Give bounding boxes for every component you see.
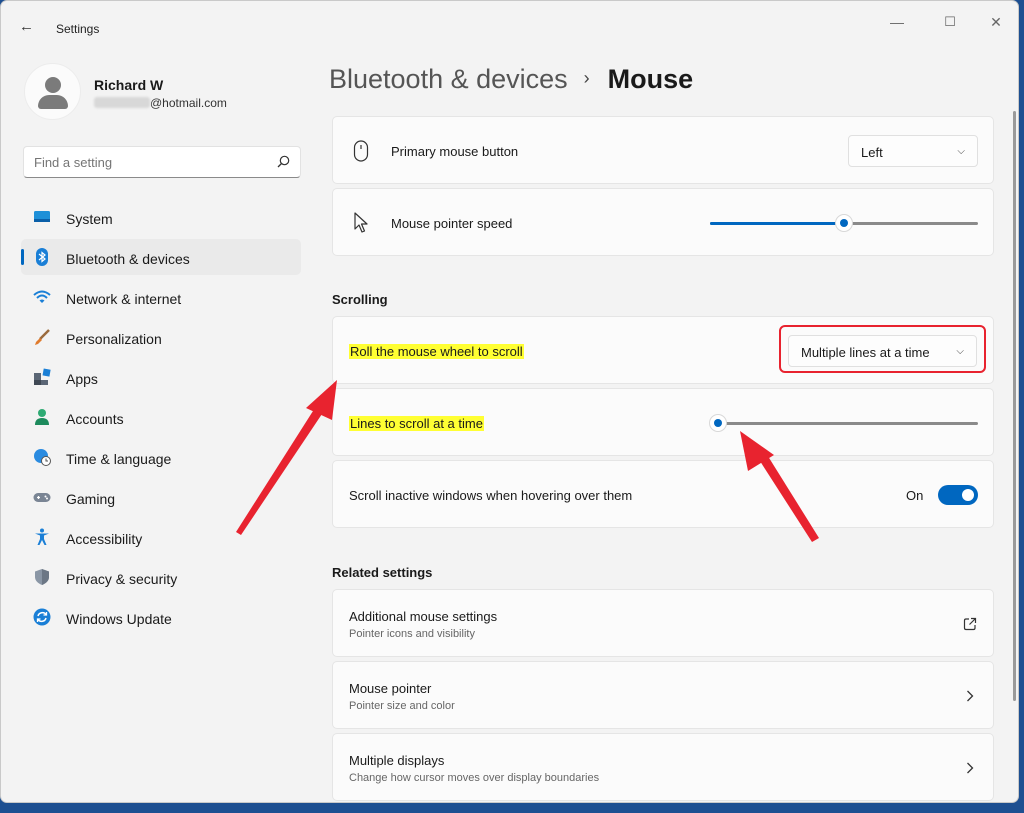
multiple-displays-label: Multiple displays	[349, 753, 445, 768]
search-input[interactable]	[34, 155, 264, 170]
accounts-icon	[35, 409, 49, 425]
lines-slider-thumb[interactable]	[709, 414, 728, 432]
pointer-arrow-icon	[354, 212, 368, 233]
accessibility-icon	[35, 528, 49, 545]
lines-slider-track[interactable]	[710, 422, 978, 425]
search-icon[interactable]	[277, 155, 290, 168]
mouse-pointer-card[interactable]: Mouse pointer Pointer size and color	[332, 661, 994, 729]
pointer-speed-slider-thumb[interactable]	[835, 214, 853, 232]
sidebar-nav: System Bluetooth & devices Network & int…	[21, 199, 301, 639]
sidebar-item-apps[interactable]: Apps	[21, 359, 301, 395]
sidebar-item-label: Network & internet	[66, 291, 182, 307]
toggle-state-label: On	[906, 488, 924, 503]
mouse-pointer-speed-card: Mouse pointer speed	[332, 188, 994, 256]
globe-clock-icon	[34, 449, 51, 466]
system-icon	[34, 211, 50, 222]
settings-window: ← Settings — ☐ ✕ Richard W @hotmail.com …	[0, 0, 1019, 803]
breadcrumb-chevron-icon: ›	[583, 68, 590, 88]
back-arrow-icon[interactable]: ←	[19, 17, 39, 37]
gamepad-icon	[33, 493, 51, 502]
sidebar-item-label: Apps	[66, 371, 98, 387]
shield-icon	[35, 569, 49, 585]
sidebar-item-privacy-security[interactable]: Privacy & security	[21, 559, 301, 595]
additional-mouse-settings-card[interactable]: Additional mouse settings Pointer icons …	[332, 589, 994, 657]
mouse-pointer-label: Mouse pointer	[349, 681, 432, 696]
highlighted-text: Lines to scroll at a time	[349, 416, 484, 431]
sidebar-item-network[interactable]: Network & internet	[21, 279, 301, 315]
sidebar-item-label: Accessibility	[66, 531, 143, 547]
user-email-suffix: @hotmail.com	[150, 96, 227, 110]
sidebar-item-accessibility[interactable]: Accessibility	[21, 519, 301, 555]
sidebar-item-label: Windows Update	[66, 611, 172, 627]
multiple-displays-sub: Change how cursor moves over display bou…	[349, 772, 600, 784]
user-email: @hotmail.com	[94, 96, 227, 110]
related-settings-title: Related settings	[332, 565, 433, 580]
additional-mouse-settings-label: Additional mouse settings	[349, 609, 498, 624]
close-icon[interactable]: ✕	[981, 11, 1011, 33]
mouse-pointer-sub: Pointer size and color	[349, 700, 455, 712]
breadcrumb-parent[interactable]: Bluetooth & devices	[329, 64, 568, 94]
additional-mouse-settings-sub: Pointer icons and visibility	[349, 628, 475, 640]
avatar[interactable]	[24, 63, 81, 120]
page-title: Mouse	[607, 64, 694, 94]
roll-wheel-label: Roll the mouse wheel to scroll	[349, 344, 524, 359]
avatar-head-icon	[45, 77, 61, 93]
breadcrumb: Bluetooth & devices › Mouse	[329, 64, 693, 95]
window-title: Settings	[56, 22, 100, 36]
avatar-body-icon	[38, 95, 68, 109]
apps-icon	[34, 368, 51, 385]
wifi-icon	[33, 290, 51, 303]
chevron-down-icon: ⌵	[957, 146, 965, 157]
sidebar-item-label: System	[66, 211, 113, 227]
external-link-icon	[963, 617, 977, 631]
maximize-icon[interactable]: ☐	[935, 11, 965, 33]
search-box[interactable]	[23, 146, 301, 178]
user-name: Richard W	[94, 77, 164, 93]
update-icon	[33, 608, 51, 626]
sidebar-item-label: Time & language	[66, 451, 172, 467]
sidebar-item-label: Personalization	[66, 331, 162, 347]
multiple-displays-card[interactable]: Multiple displays Change how cursor move…	[332, 733, 994, 801]
sidebar-item-windows-update[interactable]: Windows Update	[21, 599, 301, 635]
sidebar-item-gaming[interactable]: Gaming	[21, 479, 301, 515]
sidebar-item-label: Bluetooth & devices	[66, 251, 190, 267]
pointer-speed-slider-fill	[710, 222, 844, 225]
primary-mouse-button-dropdown[interactable]: Left ⌵	[848, 135, 978, 167]
scroll-inactive-card: Scroll inactive windows when hovering ov…	[332, 460, 994, 528]
lines-to-scroll-card: Lines to scroll at a time	[332, 388, 994, 456]
scrolling-section-title: Scrolling	[332, 292, 388, 307]
scroll-inactive-toggle[interactable]	[938, 485, 978, 505]
title-bar: ← Settings — ☐ ✕	[1, 1, 1018, 45]
chevron-right-icon	[967, 690, 974, 702]
primary-mouse-button-label: Primary mouse button	[391, 144, 519, 159]
sidebar-item-personalization[interactable]: Personalization	[21, 319, 301, 355]
primary-mouse-button-card: Primary mouse button Left ⌵	[332, 116, 994, 184]
brush-icon	[35, 329, 50, 345]
sidebar-item-label: Accounts	[66, 411, 124, 427]
mouse-pointer-speed-label: Mouse pointer speed	[391, 216, 513, 231]
highlighted-text: Roll the mouse wheel to scroll	[349, 344, 524, 359]
mouse-icon	[353, 140, 369, 162]
sidebar-item-system[interactable]: System	[21, 199, 301, 235]
annotation-red-box	[779, 325, 986, 373]
sidebar-item-bluetooth[interactable]: Bluetooth & devices	[21, 239, 301, 275]
bluetooth-icon	[36, 248, 48, 266]
redacted-email-blur	[94, 97, 150, 108]
scroll-inactive-label: Scroll inactive windows when hovering ov…	[349, 488, 633, 503]
scrollbar[interactable]	[1013, 111, 1016, 701]
chevron-right-icon	[967, 762, 974, 774]
dropdown-value: Left	[861, 145, 883, 160]
sidebar-item-accounts[interactable]: Accounts	[21, 399, 301, 435]
sidebar-item-label: Privacy & security	[66, 571, 178, 587]
minimize-icon[interactable]: —	[882, 11, 912, 33]
sidebar-item-time-language[interactable]: Time & language	[21, 439, 301, 475]
lines-to-scroll-label: Lines to scroll at a time	[349, 416, 484, 431]
sidebar-item-label: Gaming	[66, 491, 116, 507]
